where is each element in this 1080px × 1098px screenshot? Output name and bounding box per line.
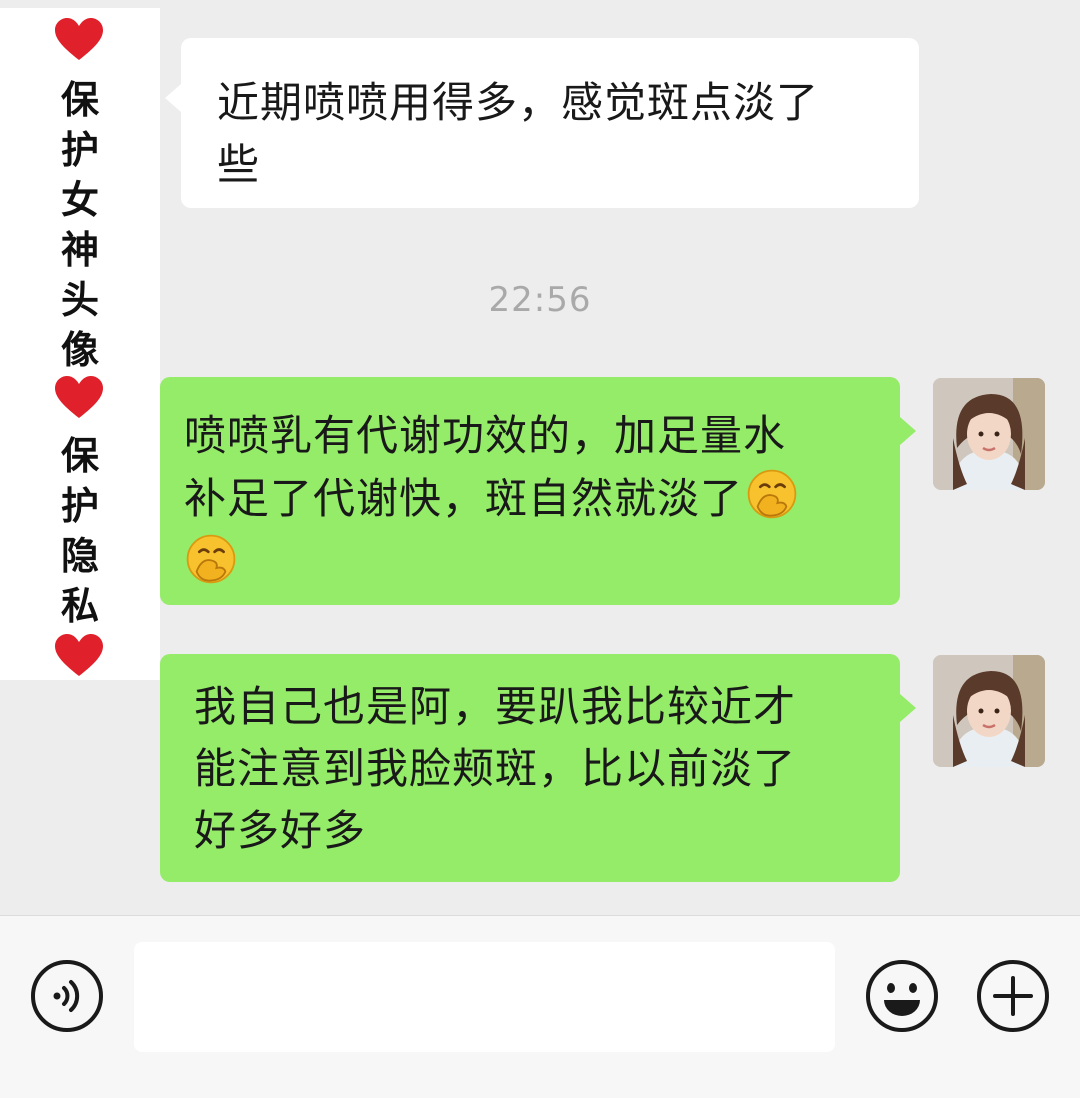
bubble-tail [900,694,916,722]
overlay-char: 保 [60,78,99,122]
overlay-char: 神 [60,228,99,272]
overlay-char: 保 [60,434,99,478]
voice-input-icon[interactable] [29,958,105,1034]
overlay-char: 护 [60,128,99,172]
message-timestamp: 22:56 [488,280,592,320]
bubble-tail [165,84,181,112]
avatar[interactable] [933,378,1045,490]
privacy-overlay: 保 护 女 神 头 像 保 护 隐 私 [0,8,160,680]
input-bar [0,915,1080,1098]
plus-icon[interactable] [975,958,1051,1034]
overlay-char: 头 [60,278,99,322]
message-text: 近期喷喷用得多，感觉斑点淡了 些 [217,78,820,189]
message-text: 喷喷乳有代谢功效的，加足量水 补足了代谢快，斑自然就淡了 [184,411,787,523]
emoji-icon[interactable] [864,958,940,1034]
message-input[interactable] [134,942,835,1052]
avatar[interactable] [933,655,1045,767]
overlay-char: 女 [60,178,99,222]
avatar-photo [933,378,1045,490]
overlay-char: 隐 [60,534,99,578]
avatar-photo [933,655,1045,767]
message-bubble-sent[interactable]: 喷喷乳有代谢功效的，加足量水 补足了代谢快，斑自然就淡了 [160,377,916,605]
overlay-char: 私 [60,584,99,628]
message-text: 我自己也是阿，要趴我比较近才 能注意到我脸颊斑，比以前淡了 好多好多 [194,682,797,855]
hand-over-mouth-emoji [747,469,797,519]
red-heart-icon [55,634,103,676]
bubble-tail [900,417,916,445]
message-text-wrap: 喷喷乳有代谢功效的，加足量水 补足了代谢快，斑自然就淡了 [184,405,884,595]
overlay-char: 像 [60,328,99,372]
red-heart-icon [55,18,103,60]
message-bubble-received[interactable]: 近期喷喷用得多，感觉斑点淡了 些 [165,38,919,208]
message-bubble-sent[interactable]: 我自己也是阿，要趴我比较近才 能注意到我脸颊斑，比以前淡了 好多好多 [160,654,916,882]
overlay-char: 护 [60,484,99,528]
chat-area: 近期喷喷用得多，感觉斑点淡了 些 22:56 喷喷乳有代谢功效的，加足量水 补足… [0,0,1080,915]
hand-over-mouth-emoji [186,534,236,584]
red-heart-icon [55,376,103,418]
